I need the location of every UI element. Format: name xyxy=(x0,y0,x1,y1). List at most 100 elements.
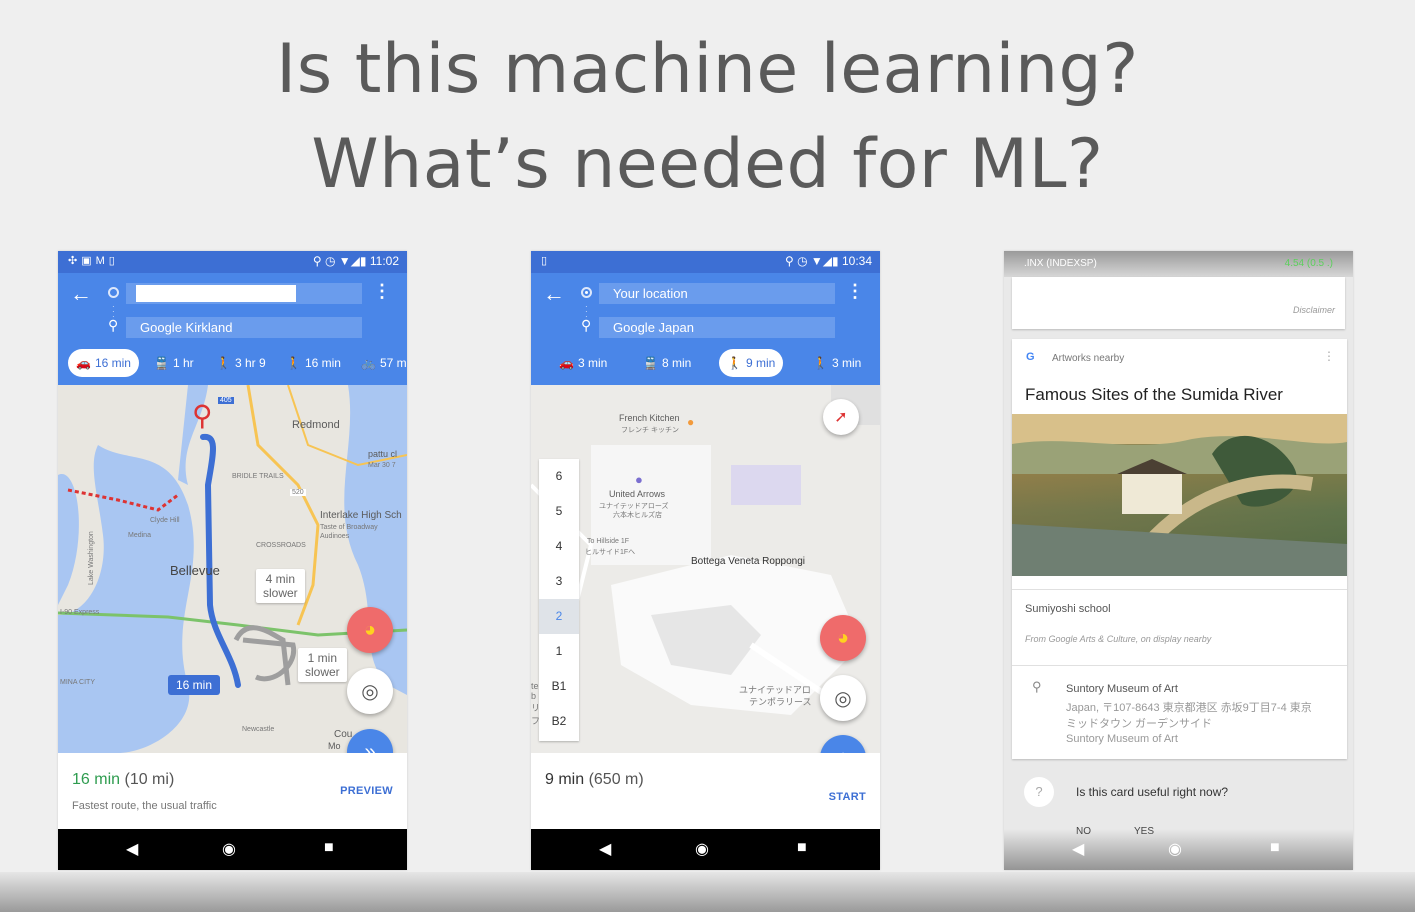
floor-selector[interactable]: 6 5 4 3 2 1 B1 B2 xyxy=(539,459,579,741)
origin-input[interactable] xyxy=(126,283,362,304)
card-title: Famous Sites of the Sumida River xyxy=(1025,385,1283,404)
compass-button[interactable]: ➚ xyxy=(823,399,859,435)
home-icon[interactable]: ◉ xyxy=(222,839,236,859)
mode-tab-ride[interactable]: 🚶 3 min xyxy=(805,349,869,377)
route-summary-panel: 16 min (10 mi) Fastest route, the usual … xyxy=(58,753,407,829)
mode-label: 16 min xyxy=(94,356,131,370)
android-nav-bar: ◀ ◉ ■ xyxy=(58,829,407,870)
floor-option-selected[interactable]: 2 xyxy=(539,599,579,634)
destination-marker-icon: ⚲ xyxy=(192,400,213,431)
disclaimer-link[interactable]: Disclaimer xyxy=(1293,305,1335,315)
travel-mode-tabs: 🚗 16 min 🚆 1 hr 🚶 3 hr 9 🚶 16 min 🚲 57 m xyxy=(58,349,407,377)
map-label-interlake: Interlake High Sch xyxy=(320,510,402,521)
pacman-button[interactable]: ◕ xyxy=(820,615,866,661)
back-icon[interactable]: ◀ xyxy=(126,839,138,859)
start-button[interactable]: START xyxy=(829,791,866,803)
my-location-button[interactable]: ◎ xyxy=(347,668,393,714)
card-divider xyxy=(1012,665,1347,666)
mode-tab-bike[interactable]: 🚲 57 m xyxy=(353,349,407,377)
mode-tab-ride[interactable]: 🚶 16 min xyxy=(278,349,349,377)
more-vert-icon[interactable]: ⋮ xyxy=(373,282,391,300)
back-arrow-icon[interactable]: ← xyxy=(70,281,92,307)
museum-address-line1: Japan, 〒107-8643 東京都港区 赤坂9丁目7-4 東京 xyxy=(1066,702,1312,714)
destination-pin-icon: ⚲ xyxy=(108,317,119,333)
car-icon: 🚗 xyxy=(559,356,574,370)
map-label-mina-city: MINA CITY xyxy=(60,679,96,686)
floor-option[interactable]: 6 xyxy=(539,459,579,494)
video-bottom-fade xyxy=(0,872,1415,912)
stock-ticker-bar: .INX (INDEXSP) 4.54 (0.5 .) xyxy=(1004,251,1353,277)
status-time: 11:02 xyxy=(369,254,399,268)
map-label-redmond: Redmond xyxy=(292,419,340,431)
callout-4-min-slower[interactable]: 4 min slower xyxy=(256,569,305,603)
artwork-painting-image[interactable] xyxy=(1012,414,1347,576)
map-label-medina: Medina xyxy=(128,532,151,539)
museum-address-line3: Suntory Museum of Art xyxy=(1066,733,1178,745)
back-icon[interactable]: ◀ xyxy=(1072,839,1084,859)
eta-time: 9 min xyxy=(545,771,585,788)
eta-time: 16 min xyxy=(72,771,121,788)
home-icon[interactable]: ◉ xyxy=(1168,839,1182,859)
directions-header: ← · · · ⚲ Your location Google Japan ⋮ 🚗 3 … xyxy=(531,273,880,385)
artworks-card[interactable]: G Artworks nearby ⋮ Famous Sites of the … xyxy=(1012,339,1347,759)
mode-tab-walking[interactable]: 🚶 3 hr 9 xyxy=(208,349,274,377)
floor-option[interactable]: 4 xyxy=(539,529,579,564)
callout-line: slower xyxy=(305,665,340,679)
origin-input[interactable]: Your location xyxy=(599,283,835,304)
poi-bottega-veneta[interactable]: Bottega Veneta Roppongi xyxy=(691,556,805,567)
walk-icon: 🚶 xyxy=(216,356,231,370)
poi-french-kitchen[interactable]: French Kitchen xyxy=(619,413,680,423)
back-arrow-icon[interactable]: ← xyxy=(543,281,565,307)
mode-tab-walking[interactable]: 🚶 9 min xyxy=(719,349,784,377)
status-icons: ⚲ ◷ ▼◢▮ xyxy=(312,254,370,268)
travel-mode-tabs: 🚗 3 min 🚆 8 min 🚶 9 min 🚶 3 min xyxy=(531,349,880,377)
crosshair-icon: ◎ xyxy=(834,687,852,710)
phone-directions-kirkland: ✣▣M▯ ⚲ ◷ ▼◢▮ 11:02 ← · · · ⚲ Google Kirkla… xyxy=(58,251,407,870)
recents-icon[interactable]: ■ xyxy=(797,839,807,857)
floor-option[interactable]: 1 xyxy=(539,634,579,669)
highway-520-shield: 520 xyxy=(290,489,306,496)
mode-tab-driving[interactable]: 🚗 16 min xyxy=(68,349,139,377)
museum-address-line2: ミッドタウン ガーデンサイド xyxy=(1066,718,1213,730)
preview-button[interactable]: PREVIEW xyxy=(340,785,393,797)
callout-1-min-slower[interactable]: 1 min slower xyxy=(298,648,347,682)
floor-option[interactable]: B1 xyxy=(539,669,579,704)
card-menu-icon[interactable]: ⋮ xyxy=(1323,349,1335,363)
indoor-map[interactable]: 6 5 4 3 2 1 B1 B2 French Kitchen フレンチ キッ… xyxy=(531,385,880,753)
home-icon[interactable]: ◉ xyxy=(695,839,709,859)
title-line-2: What’s needed for ML? xyxy=(311,125,1104,204)
mode-label: 57 m xyxy=(379,356,407,370)
destination-input[interactable]: Google Japan xyxy=(599,317,835,338)
recents-icon[interactable]: ■ xyxy=(1270,839,1280,857)
double-chevron-icon: » xyxy=(364,740,376,754)
car-icon: 🚗 xyxy=(76,356,91,370)
slide-title: Is this machine learning? What’s needed … xyxy=(0,22,1415,212)
poi-french-kitchen-jp: フレンチ キッチン xyxy=(621,427,679,434)
back-icon[interactable]: ◀ xyxy=(599,839,611,859)
mode-tab-driving[interactable]: 🚗 3 min xyxy=(551,349,615,377)
eta-distance: (650 m) xyxy=(588,771,644,788)
artwork-school: Sumiyoshi school xyxy=(1025,603,1111,615)
my-location-dot-icon xyxy=(581,287,592,298)
recents-icon[interactable]: ■ xyxy=(324,839,334,857)
route-time-badge[interactable]: 16 min xyxy=(168,675,221,695)
directions-header: ← · · · ⚲ Google Kirkland ⋮ 🚗 16 min 🚆 1 hr … xyxy=(58,273,407,385)
eta: 16 min (10 mi) xyxy=(72,771,174,789)
floor-option[interactable]: 3 xyxy=(539,564,579,599)
mode-tab-transit[interactable]: 🚆 8 min xyxy=(635,349,699,377)
card-category: Artworks nearby xyxy=(1052,353,1125,364)
poi-united-arrows[interactable]: United Arrows xyxy=(609,489,665,499)
edge-label: te b リ フ xyxy=(531,681,541,726)
more-vert-icon[interactable]: ⋮ xyxy=(846,282,864,300)
route-map[interactable]: ⚲ Redmond Bellevue Clyde Hill Medina Lak… xyxy=(58,385,407,753)
eta: 9 min (650 m) xyxy=(545,771,644,789)
pacman-button[interactable]: ◕ xyxy=(347,607,393,653)
floor-option[interactable]: 5 xyxy=(539,494,579,529)
ride-icon: 🚶 xyxy=(286,356,301,370)
floor-option[interactable]: B2 xyxy=(539,704,579,739)
pacman-icon: ◕ xyxy=(363,618,377,641)
mode-tab-transit[interactable]: 🚆 1 hr xyxy=(146,349,202,377)
destination-input[interactable]: Google Kirkland xyxy=(126,317,362,338)
label-to-hillside-jp: ヒルサイド1Fへ xyxy=(585,549,636,556)
my-location-button[interactable]: ◎ xyxy=(820,675,866,721)
